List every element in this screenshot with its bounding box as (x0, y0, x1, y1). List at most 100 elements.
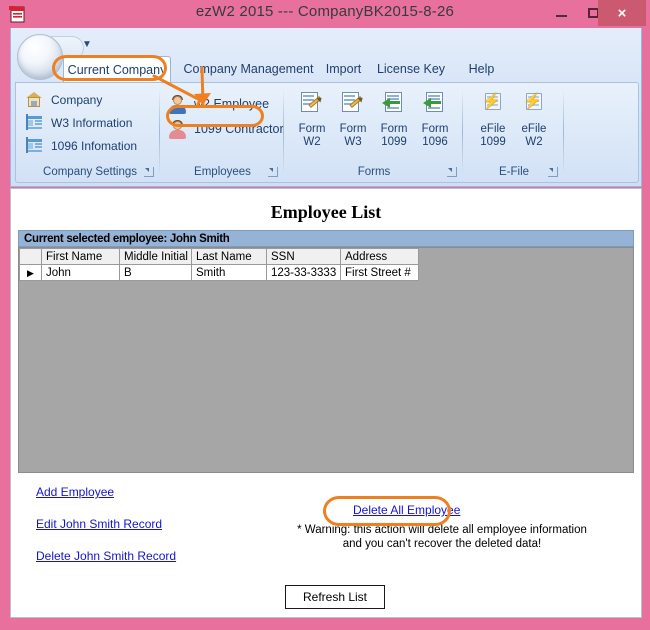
cell-last-name[interactable]: Smith (192, 265, 267, 281)
group-separator (563, 89, 564, 175)
actions-panel: Add Employee Edit John Smith Record Dele… (18, 475, 634, 611)
document-import-arrow-icon (381, 91, 407, 117)
minimize-icon (556, 15, 567, 17)
ribbon-item-w3-information[interactable]: W3 Information (26, 112, 132, 134)
ribbon-item-label: 1099 Contractor (194, 122, 284, 136)
tab-current-company[interactable]: Current Company (63, 56, 171, 82)
ribbon-button-label: eFileW2 (522, 123, 547, 148)
ribbon-button-label: FormW3 (340, 123, 367, 148)
cell-ssn[interactable]: 123-33-3333 (267, 265, 341, 281)
group-title: Employees (161, 166, 284, 178)
ribbon-group-forms: FormW2 FormW3 Form1099 (285, 85, 463, 180)
dialog-launcher-icon[interactable] (268, 167, 278, 177)
document-import-arrow-icon (422, 91, 448, 117)
document-pencil-icon (340, 91, 366, 117)
column-header-middle-initial[interactable]: Middle Initial (120, 249, 192, 265)
tab-company-management[interactable]: Company Management (176, 56, 321, 82)
column-header-first-name[interactable]: First Name (42, 249, 120, 265)
group-separator (159, 89, 160, 175)
ribbon-button-form-1099[interactable]: Form1099 (373, 89, 415, 155)
form-card-icon (26, 115, 44, 131)
group-body: ⚡ eFile1099 ⚡ eFileW2 (464, 85, 564, 159)
refresh-list-button[interactable]: Refresh List (285, 585, 385, 609)
link-delete-all-employee[interactable]: Delete All Employee (353, 503, 460, 517)
ribbon-item-label: W3 Information (51, 116, 132, 130)
link-add-employee[interactable]: Add Employee (36, 485, 114, 499)
minimize-button[interactable] (546, 0, 576, 26)
row-selector-header (20, 249, 42, 265)
column-header-ssn[interactable]: SSN (267, 249, 341, 265)
group-title: Forms (285, 166, 463, 178)
page-title: Employee List (11, 202, 641, 223)
row-current-arrow-icon: ▶ (27, 268, 34, 278)
ribbon-button-form-1096[interactable]: Form1096 (414, 89, 456, 155)
dialog-launcher-icon[interactable] (144, 167, 154, 177)
group-body: FormW2 FormW3 Form1099 (285, 85, 463, 159)
client-area: Employee List Current selected employee:… (10, 188, 642, 618)
tab-import[interactable]: Import (316, 56, 371, 82)
close-button[interactable]: × (598, 0, 646, 26)
ribbon-button-efile-w2[interactable]: ⚡ eFileW2 (513, 89, 555, 155)
ribbon-item-label: w2 Employee (194, 97, 269, 111)
house-icon (26, 92, 44, 108)
table-header-row: First Name Middle Initial Last Name SSN … (20, 249, 419, 265)
ribbon-button-label: eFile1099 (480, 123, 506, 148)
cell-middle-initial[interactable]: B (120, 265, 192, 281)
warning-line-1: * Warning: this action will delete all e… (297, 524, 587, 536)
ribbon-item-1096-information[interactable]: 1096 Infomation (26, 135, 137, 157)
ribbon-item-label: 1096 Infomation (51, 139, 137, 153)
group-body: Company W3 Information 1096 Infomation (20, 85, 160, 159)
ribbon-panel: Company W3 Information 1096 Infomation (15, 82, 639, 183)
document-pencil-icon (299, 91, 325, 117)
group-separator (283, 89, 284, 175)
warning-line-2: and you can't recover the deleted data! (343, 538, 541, 550)
ribbon-button-form-w2[interactable]: FormW2 (291, 89, 333, 155)
column-header-address[interactable]: Address (341, 249, 419, 265)
link-delete-employee-record[interactable]: Delete John Smith Record (36, 549, 176, 563)
close-icon: × (618, 6, 627, 21)
ribbon-group-employees: w2 Employee 1099 Contractor Employees (161, 85, 284, 180)
app-document-icon (8, 4, 28, 24)
maximize-icon (588, 8, 599, 18)
dialog-launcher-icon[interactable] (548, 167, 558, 177)
ribbon-item-1099-contractor[interactable]: 1099 Contractor (169, 118, 284, 140)
selected-employee-banner: Current selected employee: John Smith (18, 230, 634, 247)
tab-label: Company Management (184, 62, 314, 76)
tab-label: Help (469, 62, 495, 76)
ribbon: ▼ Current Company Company Management Imp… (10, 28, 642, 187)
row-marker[interactable]: ▶ (20, 265, 42, 281)
cell-address[interactable]: First Street # (341, 265, 419, 281)
group-separator (462, 89, 463, 175)
column-header-last-name[interactable]: Last Name (192, 249, 267, 265)
ribbon-group-efile: ⚡ eFile1099 ⚡ eFileW2 E-File (464, 85, 564, 180)
group-title: Company Settings (20, 166, 160, 178)
ribbon-button-label: FormW2 (299, 123, 326, 148)
table-row[interactable]: ▶ John B Smith 123-33-3333 First Street … (20, 265, 419, 281)
ribbon-item-w2-employee[interactable]: w2 Employee (169, 93, 269, 115)
person-blue-icon (169, 96, 187, 112)
dialog-launcher-icon[interactable] (447, 167, 457, 177)
form-card-icon (26, 138, 44, 154)
employee-data-grid[interactable]: First Name Middle Initial Last Name SSN … (18, 247, 634, 473)
efile-bolt-icon: ⚡ (480, 91, 506, 117)
delete-all-warning-text: * Warning: this action will delete all e… (282, 523, 602, 551)
tab-label: Current Company (68, 63, 167, 77)
ribbon-item-company[interactable]: Company (26, 89, 102, 111)
ribbon-group-company-settings: Company W3 Information 1096 Infomation (20, 85, 160, 180)
link-edit-employee-record[interactable]: Edit John Smith Record (36, 517, 162, 531)
cell-first-name[interactable]: John (42, 265, 120, 281)
title-bar: ezW2 2015 --- CompanyBK2015-8-26 × (0, 0, 650, 28)
ribbon-button-efile-1099[interactable]: ⚡ eFile1099 (472, 89, 514, 155)
application-window: ezW2 2015 --- CompanyBK2015-8-26 × ▼ Cur… (0, 0, 650, 630)
tab-label: Import (326, 62, 361, 76)
ribbon-button-form-w3[interactable]: FormW3 (332, 89, 374, 155)
chevron-down-icon[interactable]: ▼ (81, 40, 93, 52)
tab-license-key[interactable]: License Key (371, 56, 451, 82)
group-body: w2 Employee 1099 Contractor (161, 85, 284, 159)
ribbon-button-label: Form1096 (422, 123, 449, 148)
employee-table: First Name Middle Initial Last Name SSN … (19, 248, 419, 281)
ribbon-item-label: Company (51, 93, 102, 107)
person-pink-icon (169, 121, 187, 137)
ribbon-tabstrip: Current Company Company Management Impor… (11, 56, 643, 82)
tab-help[interactable]: Help (459, 56, 504, 82)
